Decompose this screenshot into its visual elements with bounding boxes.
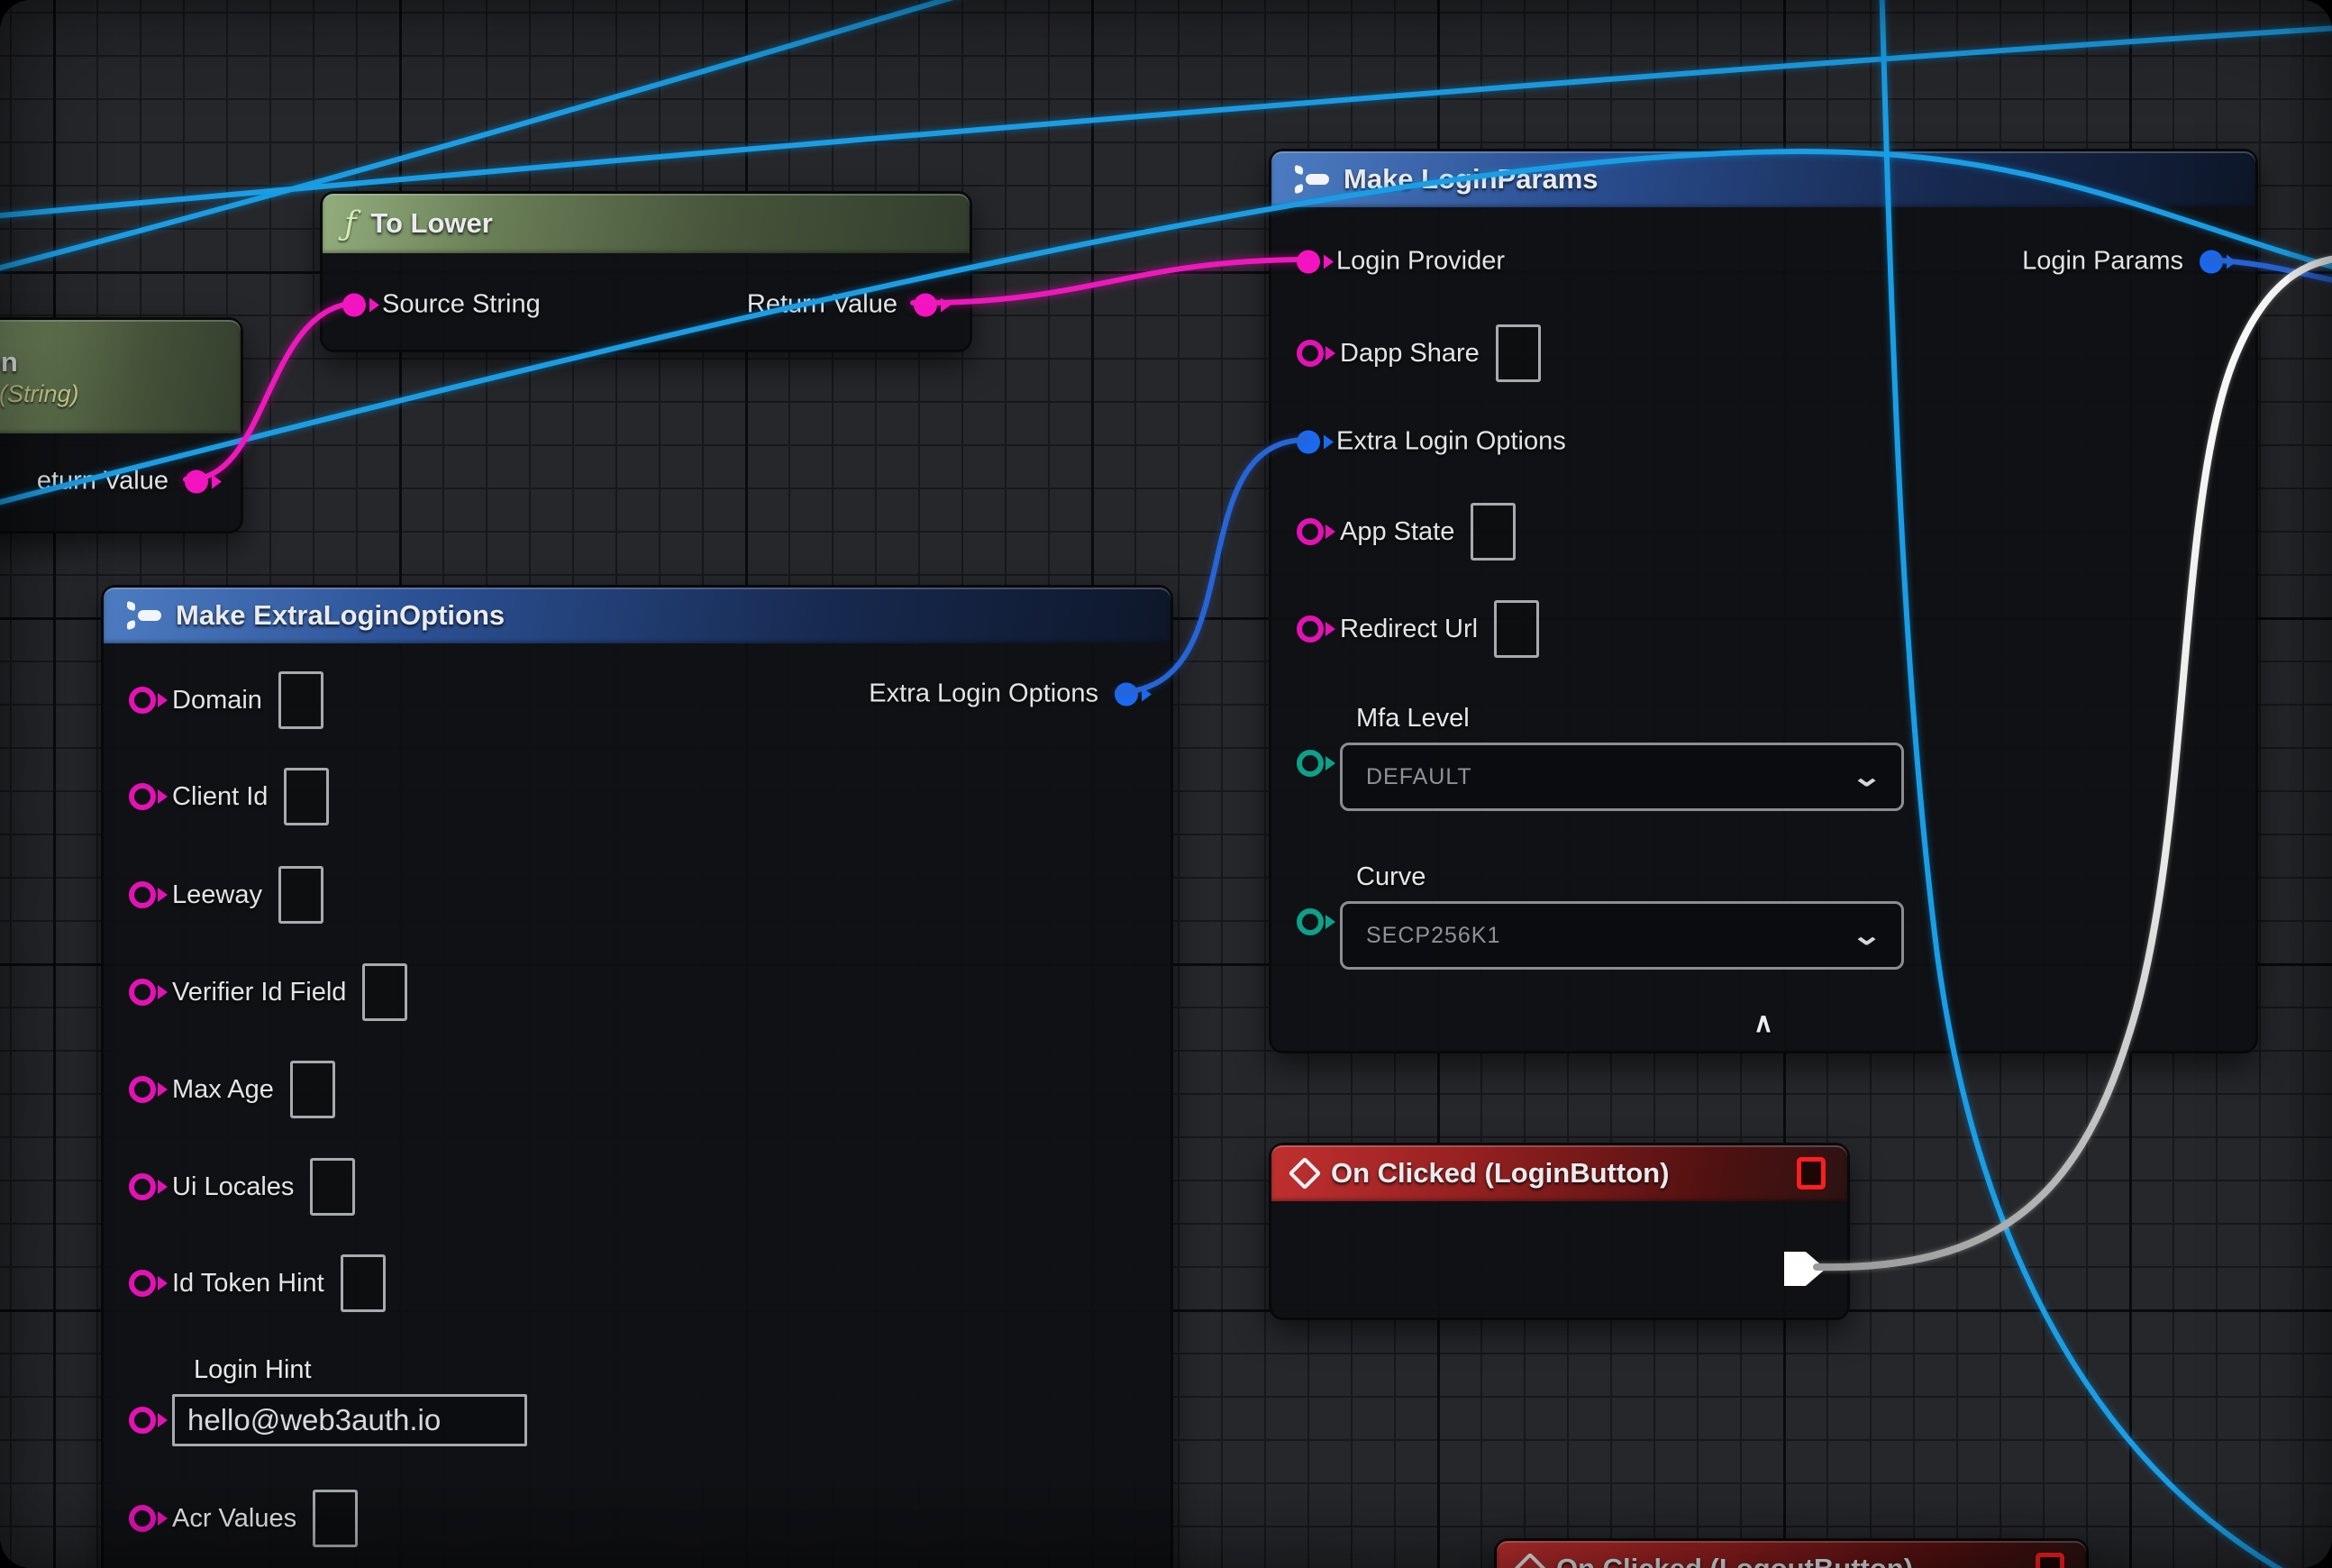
leeway-text-field[interactable]: [278, 866, 323, 924]
domain-input-pin[interactable]: [129, 687, 156, 714]
dapp-share-input-pin[interactable]: [1297, 340, 1324, 367]
blueprint-editor-screenshot: tion ox (String) eturn Value ƒ To Lower …: [0, 0, 2332, 1568]
pin-label-redirect-url: Redirect Url: [1340, 615, 1478, 644]
chevron-down-icon: ⌄: [1851, 920, 1882, 952]
curve-block: Curve SECP256K1 ⌄: [1297, 862, 1904, 970]
extra-login-options-output-pin[interactable]: [1115, 682, 1138, 706]
dapp-share-text-field[interactable]: [1496, 324, 1541, 382]
extra-login-options-input-pin[interactable]: [1297, 430, 1320, 453]
node-on-clicked-logout-button[interactable]: On Clicked (LogoutButton): [1494, 1538, 2089, 1568]
node-on-clicked-login-button[interactable]: On Clicked (LoginButton): [1269, 1143, 1850, 1320]
node-make-login-params[interactable]: Make LoginParams Login Provider Login Pa…: [1269, 149, 2258, 1053]
function-icon: ƒ: [344, 205, 356, 242]
pin-label-app-state: App State: [1340, 517, 1454, 547]
node-to-lower[interactable]: ƒ To Lower Source String Return Value: [320, 191, 972, 352]
pin-label-return-value: Return Value: [747, 290, 897, 320]
pin-label-verifier-id-field: Verifier Id Field: [172, 978, 346, 1007]
event-diamond-icon: [1289, 1157, 1322, 1190]
graph-canvas[interactable]: tion ox (String) eturn Value ƒ To Lower …: [0, 0, 2332, 1568]
node-title: Make LoginParams: [1344, 163, 1599, 196]
ui-locales-text-field[interactable]: [310, 1158, 355, 1216]
login-provider-input-pin[interactable]: [1297, 250, 1320, 273]
node-title: On Clicked (LoginButton): [1331, 1157, 1669, 1190]
collapse-node-button[interactable]: ∧: [1754, 1007, 1773, 1039]
pin-label-extra-login-options: Extra Login Options: [1336, 427, 1566, 457]
login-params-output-pin[interactable]: [2200, 250, 2223, 273]
pin-label-leeway: Leeway: [172, 880, 262, 910]
client-id-input-pin[interactable]: [129, 783, 156, 810]
ui-locales-input-pin[interactable]: [129, 1173, 156, 1200]
acr-values-input-pin[interactable]: [129, 1505, 156, 1532]
pin-label-return-value: eturn Value: [37, 467, 169, 497]
login-hint-label: Login Hint: [194, 1355, 527, 1385]
node-subtitle-fragment: ox (String): [0, 380, 79, 408]
app-state-text-field[interactable]: [1471, 503, 1516, 561]
redirect-url-input-pin[interactable]: [1297, 615, 1324, 643]
chevron-down-icon: ⌄: [1851, 761, 1882, 793]
pin-label-dapp-share: Dapp Share: [1340, 339, 1480, 369]
node-header: ƒ To Lower: [323, 194, 970, 253]
source-string-input-pin[interactable]: [342, 293, 366, 316]
id-token-hint-text-field[interactable]: [341, 1254, 386, 1312]
curve-dropdown[interactable]: SECP256K1 ⌄: [1340, 901, 1904, 970]
return-value-output-pin[interactable]: [914, 293, 937, 316]
node-header: Make LoginParams: [1271, 151, 2255, 207]
id-token-hint-input-pin[interactable]: [129, 1270, 156, 1297]
curve-value: SECP256K1: [1366, 923, 1500, 949]
verifier-id-field-text-field[interactable]: [362, 963, 407, 1021]
event-diamond-icon: [1514, 1553, 1547, 1568]
mfa-level-dropdown[interactable]: DEFAULT ⌄: [1340, 743, 1904, 811]
delegate-output-pin[interactable]: [1797, 1157, 1826, 1190]
mfa-level-input-pin[interactable]: [1297, 750, 1324, 777]
node-truncated-text-function[interactable]: tion ox (String) eturn Value: [0, 317, 243, 533]
exec-output-pin[interactable]: [1784, 1252, 1826, 1286]
mfa-level-value: DEFAULT: [1366, 764, 1472, 790]
max-age-input-pin[interactable]: [129, 1076, 156, 1103]
pin-label-source-string: Source String: [382, 290, 541, 320]
node-title: To Lower: [370, 207, 492, 240]
pin-label-max-age: Max Age: [172, 1075, 274, 1105]
redirect-url-text-field[interactable]: [1494, 600, 1539, 658]
curve-input-pin[interactable]: [1297, 908, 1324, 935]
pin-label-extra-login-options: Extra Login Options: [869, 679, 1098, 709]
pin-label-login-params: Login Params: [2022, 247, 2183, 277]
verifier-id-field-input-pin[interactable]: [129, 979, 156, 1006]
pin-label-acr-values: Acr Values: [172, 1504, 296, 1534]
leeway-input-pin[interactable]: [129, 881, 156, 908]
make-struct-icon: [1293, 164, 1329, 195]
pin-label-id-token-hint: Id Token Hint: [172, 1269, 324, 1299]
login-hint-input-pin[interactable]: [129, 1407, 156, 1434]
login-hint-text-field[interactable]: hello@web3auth.io: [172, 1394, 527, 1446]
pin-label-ui-locales: Ui Locales: [172, 1172, 294, 1202]
delegate-output-pin[interactable]: [2036, 1553, 2064, 1568]
node-header: On Clicked (LogoutButton): [1497, 1541, 2086, 1568]
login-hint-block: Login Hint hello@web3auth.io: [129, 1355, 527, 1446]
mfa-level-label: Mfa Level: [1356, 704, 1904, 734]
node-header: Make ExtraLoginOptions: [104, 588, 1171, 643]
return-value-output-pin[interactable]: [185, 469, 208, 493]
pin-label-login-provider: Login Provider: [1336, 247, 1505, 277]
client-id-text-field[interactable]: [284, 768, 329, 825]
app-state-input-pin[interactable]: [1297, 518, 1324, 545]
node-header: tion ox (String): [0, 320, 241, 433]
node-title-fragment: tion: [0, 346, 18, 378]
acr-values-text-field[interactable]: [313, 1490, 358, 1547]
node-header: On Clicked (LoginButton): [1271, 1145, 1847, 1201]
make-struct-icon: [125, 600, 161, 631]
pin-label-client-id: Client Id: [172, 782, 268, 812]
pin-label-domain: Domain: [172, 686, 262, 716]
max-age-text-field[interactable]: [290, 1061, 335, 1118]
node-make-extra-login-options[interactable]: Make ExtraLoginOptions Extra Login Optio…: [101, 585, 1173, 1568]
node-title: Make ExtraLoginOptions: [176, 599, 505, 632]
mfa-level-block: Mfa Level DEFAULT ⌄: [1297, 704, 1904, 811]
curve-label: Curve: [1356, 862, 1904, 892]
node-title: On Clicked (LogoutButton): [1556, 1553, 1913, 1568]
domain-text-field[interactable]: [278, 671, 323, 729]
